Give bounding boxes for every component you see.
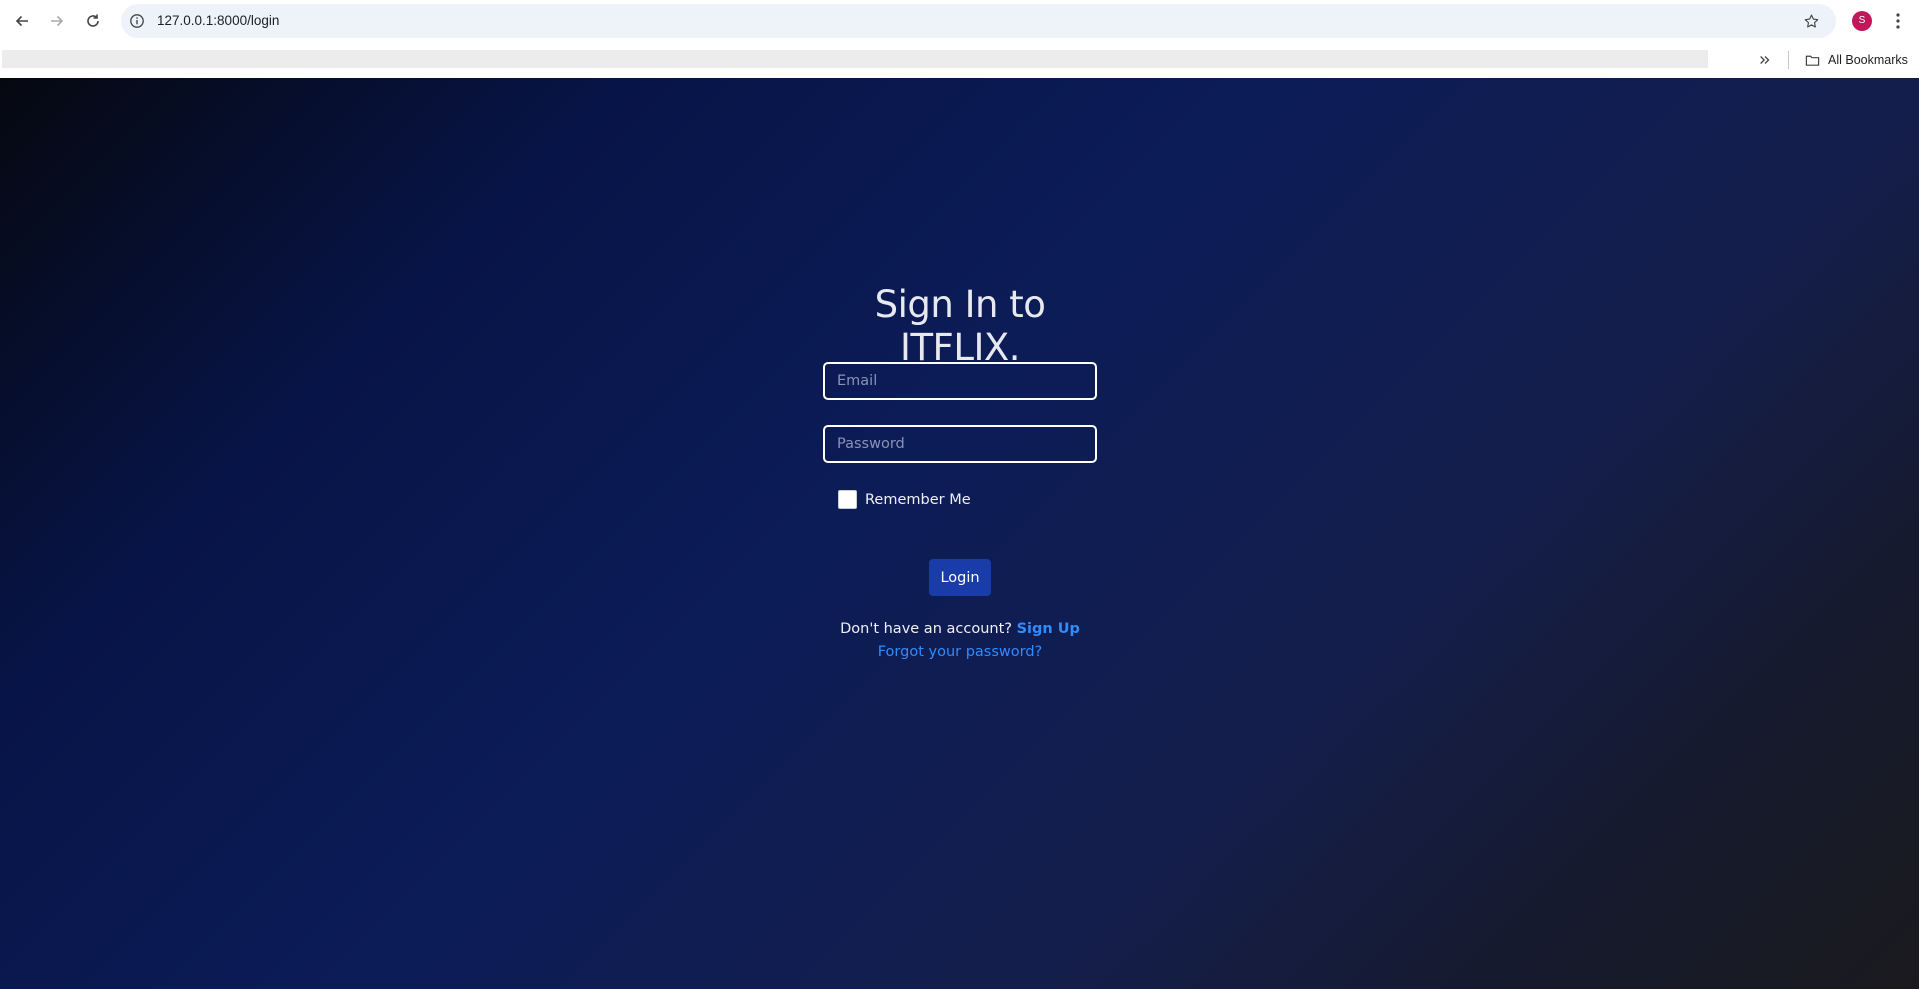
folder-icon bbox=[1805, 55, 1820, 66]
remember-me-checkbox[interactable] bbox=[838, 490, 857, 509]
double-chevron-icon[interactable] bbox=[1756, 51, 1774, 69]
email-field[interactable] bbox=[823, 362, 1097, 400]
all-bookmarks-label: All Bookmarks bbox=[1828, 53, 1908, 67]
all-bookmarks-button[interactable]: All Bookmarks bbox=[1805, 49, 1908, 71]
signup-link[interactable]: Sign Up bbox=[1017, 621, 1080, 637]
forward-arrow-icon[interactable] bbox=[45, 9, 69, 33]
info-icon[interactable] bbox=[129, 13, 145, 29]
password-field[interactable] bbox=[823, 425, 1097, 463]
profile-avatar[interactable]: S bbox=[1852, 11, 1872, 31]
signup-prompt-text: Don't have an account? bbox=[840, 621, 1012, 637]
url-text[interactable]: 127.0.0.1:8000/login bbox=[157, 4, 279, 38]
browser-toolbar: 127.0.0.1:8000/login S bbox=[0, 0, 1919, 42]
login-page: Sign In to ITFLIX. Remember Me Login Don… bbox=[0, 78, 1919, 989]
remember-me-label[interactable]: Remember Me bbox=[865, 492, 971, 508]
page-title: Sign In to ITFLIX. bbox=[874, 283, 1046, 369]
forgot-password-link[interactable]: Forgot your password? bbox=[793, 644, 1127, 660]
star-icon[interactable] bbox=[1803, 13, 1820, 30]
bookmarks-divider bbox=[1788, 51, 1789, 69]
login-button[interactable]: Login bbox=[929, 559, 991, 596]
back-arrow-icon[interactable] bbox=[10, 9, 34, 33]
bookmarks-bar: All Bookmarks bbox=[0, 42, 1919, 78]
vertical-dots-icon[interactable] bbox=[1888, 11, 1908, 31]
bookmarks-area bbox=[2, 50, 1708, 68]
address-bar[interactable]: 127.0.0.1:8000/login bbox=[121, 4, 1836, 38]
signup-prompt-line: Don't have an account? Sign Up bbox=[793, 621, 1127, 637]
reload-icon[interactable] bbox=[81, 9, 105, 33]
remember-me-row[interactable]: Remember Me bbox=[838, 490, 971, 509]
